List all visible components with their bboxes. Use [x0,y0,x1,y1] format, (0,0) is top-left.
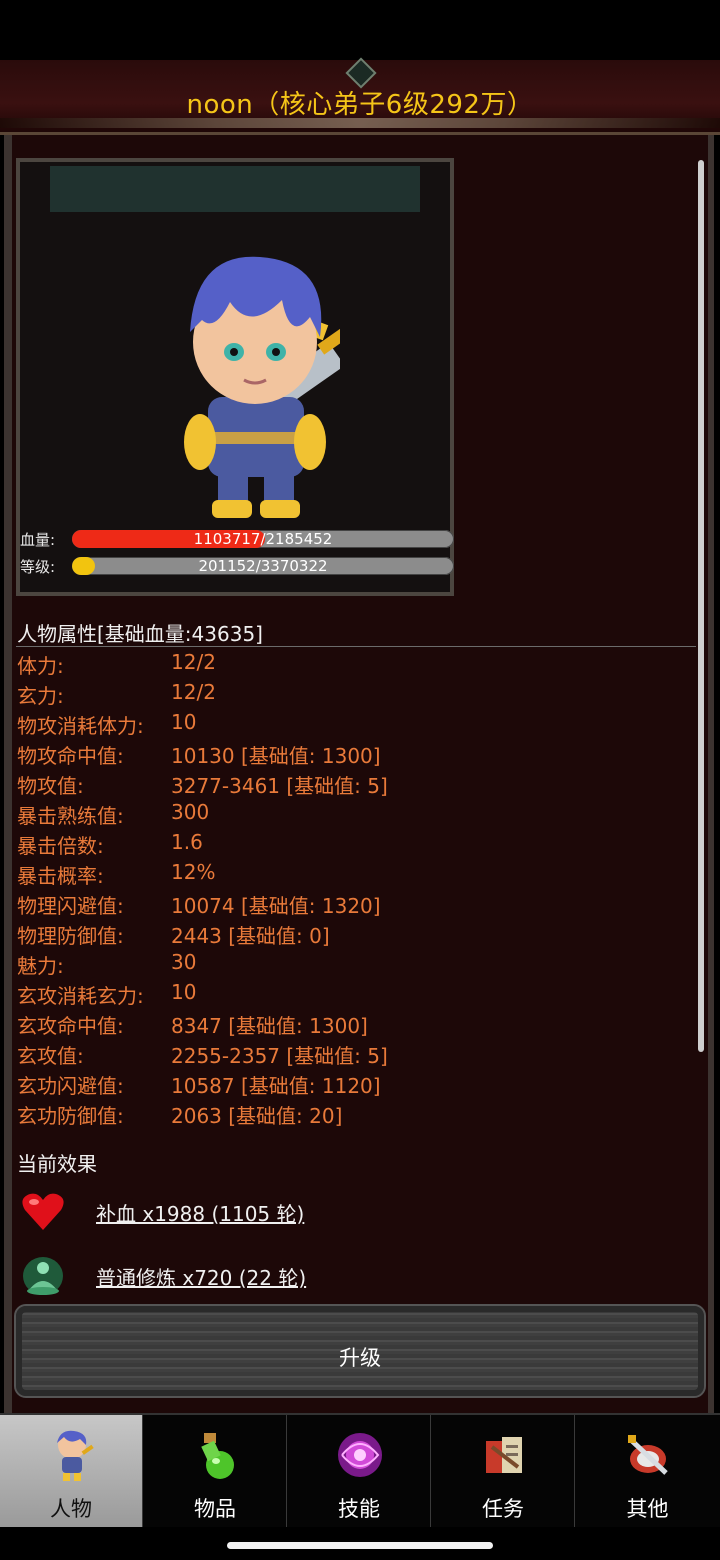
potion-icon [201,1433,234,1479]
attribute-value: 10 [171,980,197,1004]
attribute-value: 10074 [基础值: 1320] [171,894,381,918]
hp-label: 血量: [20,531,56,549]
attribute-label: 暴击概率: [17,864,104,888]
heart-icon [22,1193,64,1230]
hp-bar-row: 血量: 1103717/2185452 [20,528,458,552]
attribute-label: 魅力: [17,954,64,978]
sword-shield-icon [628,1435,668,1475]
level-label: 等级: [20,558,56,576]
attribute-label: 暴击熟练值: [17,804,124,828]
attribute-value: 2443 [基础值: 0] [171,924,330,948]
attribute-row: 玄功防御值: 2063 [基础值: 20] [17,1100,677,1130]
attribute-label: 玄功闪避值: [17,1074,124,1098]
home-indicator[interactable] [227,1542,493,1549]
meditation-icon [23,1257,63,1295]
scrollbar[interactable] [698,160,704,1052]
attributes-title: 人物属性[基础血量:43635] [17,622,263,646]
attribute-row: 物理防御值: 2443 [基础值: 0] [17,920,677,950]
upgrade-button[interactable]: 升级 [14,1304,706,1398]
attribute-label: 暴击倍数: [17,834,104,858]
status-bar [0,0,720,60]
tab-character-label: 人物 [50,1497,92,1521]
attribute-label: 物攻消耗体力: [17,714,144,738]
attribute-value: 12% [171,860,216,884]
tab-items-label: 物品 [194,1497,236,1521]
attribute-label: 玄攻值: [17,1044,84,1068]
attribute-label: 物理闪避值: [17,894,124,918]
attribute-row: 暴击熟练值: 300 [17,800,677,830]
attribute-row: 体力: 12/2 [17,650,677,680]
attribute-value: 12/2 [171,650,216,674]
hp-bar-text: 1103717/2185452 [193,530,333,548]
skill-orb-icon [338,1433,382,1477]
attributes-divider [16,646,696,647]
effect-item-heal[interactable]: 补血 x1988 (1105 轮) [20,1190,620,1234]
portrait-frame-band [50,166,420,212]
tab-other-label: 其他 [626,1497,669,1521]
level-bar-track: 201152/3370322 [72,557,454,575]
bottom-tab-bar: 人物 物品 技能 任务 其他 [0,1413,720,1527]
attribute-row: 玄功闪避值: 10587 [基础值: 1120] [17,1070,677,1100]
attribute-value: 3277-3461 [基础值: 5] [171,774,388,798]
page-title: noon（核心弟子6级292万） [186,90,534,120]
attribute-label: 玄功防御值: [17,1104,124,1128]
attribute-label: 玄力: [17,684,64,708]
character-icon [57,1430,94,1481]
character-portrait: 血量: 1103717/2185452 等级: 201152/3370322 [16,158,454,596]
attribute-row: 玄攻值: 2255-2357 [基础值: 5] [17,1040,677,1070]
character-avatar [184,256,340,518]
attribute-row: 物攻命中值: 10130 [基础值: 1300] [17,740,677,770]
attribute-row: 物攻值: 3277-3461 [基础值: 5] [17,770,677,800]
tab-quests-label: 任务 [482,1497,524,1521]
tab-other[interactable]: 其他 [576,1415,719,1527]
level-bar-row: 等级: 201152/3370322 [20,555,458,579]
attribute-value: 2255-2357 [基础值: 5] [171,1044,388,1068]
attribute-row: 魅力: 30 [17,950,677,980]
attribute-row: 物攻消耗体力: 10 [17,710,677,740]
attribute-label: 玄攻消耗玄力: [17,984,144,1008]
attribute-label: 物攻命中值: [17,744,124,768]
upgrade-button-label: 升级 [339,1346,381,1370]
effect-heal-text[interactable]: 补血 x1988 (1105 轮) [96,1198,304,1227]
tab-skills-label: 技能 [338,1497,380,1521]
attribute-value: 10587 [基础值: 1120] [171,1074,381,1098]
attribute-label: 物理防御值: [17,924,124,948]
level-bar-text: 201152/3370322 [198,557,328,575]
attribute-value: 10130 [基础值: 1300] [171,744,381,768]
attribute-value: 1.6 [171,830,203,854]
attribute-value: 30 [171,950,197,974]
quest-icon [486,1437,522,1473]
attribute-label: 玄攻命中值: [17,1014,124,1038]
attribute-row: 物理闪避值: 10074 [基础值: 1320] [17,890,677,920]
tab-skills[interactable]: 技能 [288,1415,431,1527]
attribute-row: 玄攻消耗玄力: 10 [17,980,677,1010]
attribute-row: 暴击倍数: 1.6 [17,830,677,860]
tab-items[interactable]: 物品 [144,1415,287,1527]
attribute-row: 玄攻命中值: 8347 [基础值: 1300] [17,1010,677,1040]
tab-quests[interactable]: 任务 [432,1415,575,1527]
attribute-value: 10 [171,710,197,734]
effect-item-meditation[interactable]: 普通修炼 x720 (22 轮) [20,1254,620,1298]
attribute-row: 玄力: 12/2 [17,680,677,710]
tab-character[interactable]: 人物 [0,1415,143,1527]
attribute-value: 12/2 [171,680,216,704]
effects-title: 当前效果 [17,1152,97,1176]
effect-meditation-text[interactable]: 普通修炼 x720 (22 轮) [96,1262,306,1291]
attribute-value: 8347 [基础值: 1300] [171,1014,368,1038]
attribute-label: 体力: [17,654,64,678]
attribute-value: 300 [171,800,210,824]
attribute-value: 2063 [基础值: 20] [171,1104,343,1128]
attribute-label: 物攻值: [17,774,84,798]
hp-bar-track: 1103717/2185452 [72,530,454,548]
attribute-row: 暴击概率: 12% [17,860,677,890]
